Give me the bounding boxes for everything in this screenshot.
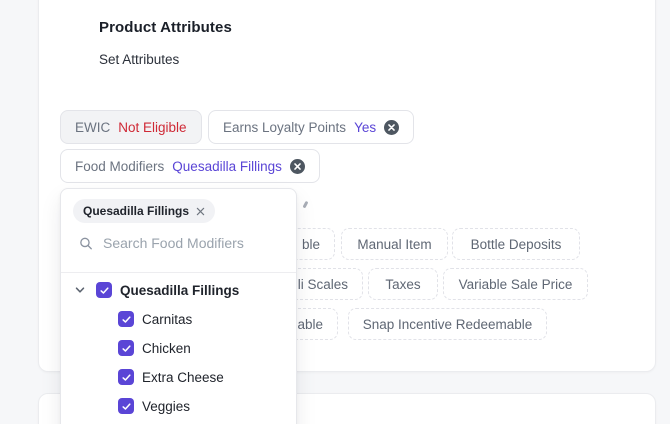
search-icon <box>79 236 93 251</box>
chip-value: Quesadilla Fillings <box>172 159 282 174</box>
chevron-down-icon[interactable] <box>74 284 86 296</box>
group-label: Quesadilla Fillings <box>120 283 239 298</box>
option-checkbox[interactable] <box>118 369 134 385</box>
option-checkbox[interactable] <box>118 340 134 356</box>
chip-label: Snap Incentive Redeemable <box>363 317 533 332</box>
tree-option-chicken[interactable]: Chicken <box>118 340 191 356</box>
chip-label: EWIC <box>75 120 110 135</box>
option-label: Extra Cheese <box>142 370 224 385</box>
dropdown-divider <box>61 272 296 273</box>
check-icon <box>121 314 132 325</box>
page-title: Product Attributes <box>99 19 232 36</box>
chip-label: Manual Item <box>357 237 431 252</box>
selected-tag-label: Quesadilla Fillings <box>83 204 189 218</box>
available-attribute-chip-taxes[interactable]: Taxes <box>368 268 438 300</box>
remove-tag-icon[interactable] <box>196 207 205 216</box>
chip-value: Yes <box>354 120 376 135</box>
option-label: Carnitas <box>142 312 192 327</box>
check-icon <box>121 372 132 383</box>
check-icon <box>121 343 132 354</box>
tree-option-extra-cheese[interactable]: Extra Cheese <box>118 369 224 385</box>
selected-tag[interactable]: Quesadilla Fillings <box>73 199 215 223</box>
attribute-chip-loyalty[interactable]: Earns Loyalty Points Yes <box>208 110 414 144</box>
chip-value: Not Eligible <box>118 120 186 135</box>
search-input[interactable] <box>103 235 284 251</box>
remove-attribute-icon[interactable] <box>290 159 305 174</box>
option-checkbox[interactable] <box>118 311 134 327</box>
option-checkbox[interactable] <box>118 398 134 414</box>
chip-label: li Scales <box>298 277 348 292</box>
group-checkbox[interactable] <box>96 282 112 298</box>
page: Product Attributes Set Attributes EWIC N… <box>0 0 670 424</box>
food-modifiers-dropdown: Quesadilla Fillings Quesadilla Filling <box>60 188 297 424</box>
tree-option-veggies[interactable]: Veggies <box>118 398 190 414</box>
chip-label: Bottle Deposits <box>471 237 562 252</box>
chip-label: Earns Loyalty Points <box>223 120 346 135</box>
chip-label: Food Modifiers <box>75 159 164 174</box>
option-label: Veggies <box>142 399 190 414</box>
set-attributes-label: Set Attributes <box>99 52 179 67</box>
check-icon <box>99 285 110 296</box>
chip-label: ble <box>302 237 320 252</box>
available-attribute-chip-bottle-deposits[interactable]: Bottle Deposits <box>452 228 580 260</box>
search-row <box>79 234 284 252</box>
chip-label: able <box>297 317 323 332</box>
available-attribute-chip-manual-item[interactable]: Manual Item <box>341 228 448 260</box>
check-icon <box>121 401 132 412</box>
chip-label: Variable Sale Price <box>459 277 573 292</box>
tree-group-quesadilla-fillings[interactable]: Quesadilla Fillings <box>74 282 239 298</box>
chip-label: Taxes <box>385 277 420 292</box>
attribute-chip-food-modifiers[interactable]: Food Modifiers Quesadilla Fillings <box>60 149 320 183</box>
attribute-chip-ewic[interactable]: EWIC Not Eligible <box>60 110 202 144</box>
option-label: Chicken <box>142 341 191 356</box>
remove-attribute-icon[interactable] <box>384 120 399 135</box>
tree-option-carnitas[interactable]: Carnitas <box>118 311 192 327</box>
available-attribute-chip-variable-sale-price[interactable]: Variable Sale Price <box>443 268 588 300</box>
available-attribute-chip-snap-incentive[interactable]: Snap Incentive Redeemable <box>348 308 547 340</box>
